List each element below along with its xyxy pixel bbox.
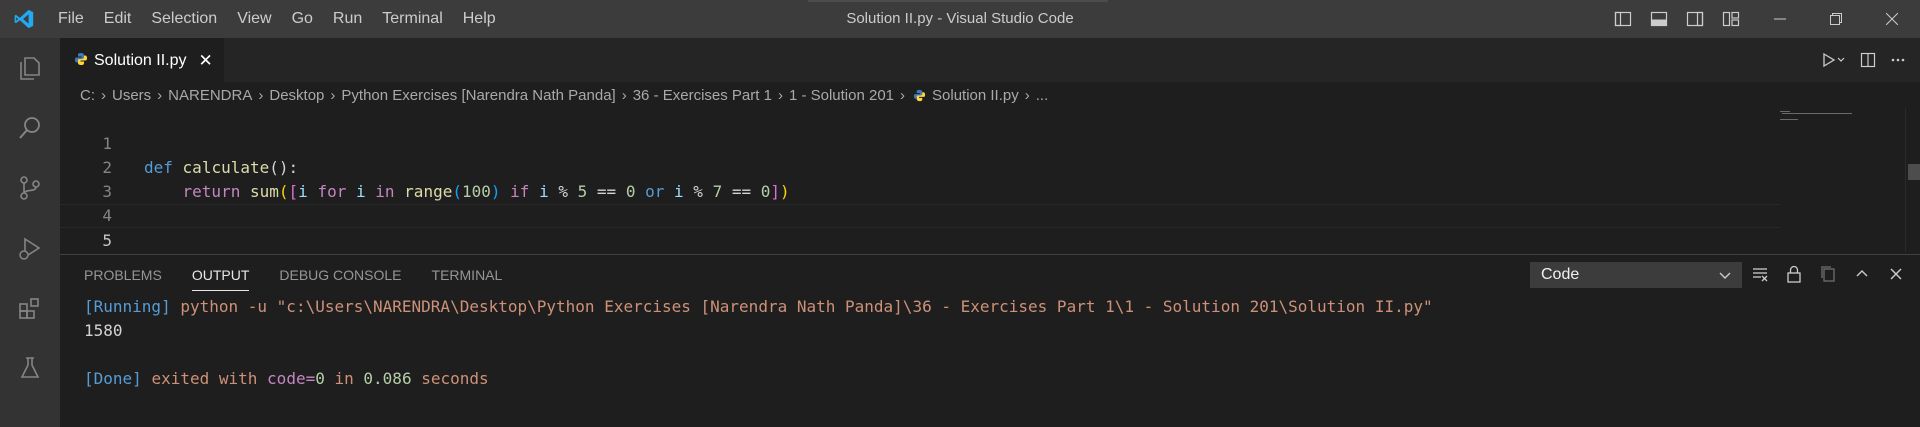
menu-bar: File Edit Selection View Go Run Terminal… bbox=[48, 0, 506, 38]
copy-icon[interactable] bbox=[1818, 264, 1838, 284]
output-log[interactable]: [Running] python -u "c:\Users\NARENDRA\D… bbox=[84, 295, 1900, 391]
python-file-icon bbox=[913, 89, 926, 102]
title-accent bbox=[808, 0, 1108, 2]
output-line: [Running] python -u "c:\Users\NARENDRA\D… bbox=[84, 295, 1900, 319]
toggle-sidebar-icon[interactable] bbox=[1610, 6, 1636, 32]
run-debug-icon[interactable] bbox=[0, 218, 60, 278]
search-icon[interactable] bbox=[0, 98, 60, 158]
output-channel-value: Code bbox=[1541, 266, 1580, 283]
tab-debug-console[interactable]: DEBUG CONSOLE bbox=[279, 255, 401, 291]
output-result: 1580 bbox=[84, 321, 123, 340]
menu-selection[interactable]: Selection bbox=[141, 0, 227, 38]
toggle-secondary-sidebar-icon[interactable] bbox=[1682, 6, 1708, 32]
breadcrumb-desktop[interactable]: Desktop bbox=[269, 87, 324, 104]
chevron-right-icon: › bbox=[777, 86, 783, 104]
customize-layout-icon[interactable] bbox=[1718, 6, 1744, 32]
menu-run[interactable]: Run bbox=[323, 0, 372, 38]
chevron-down-icon bbox=[1717, 267, 1733, 288]
vscode-logo-icon bbox=[0, 0, 48, 38]
chevron-right-icon: › bbox=[330, 86, 336, 104]
source-control-icon[interactable] bbox=[0, 158, 60, 218]
output-line: [Done] exited with code=0 in 0.086 secon… bbox=[84, 367, 1900, 391]
breadcrumb-solution-folder[interactable]: 1 - Solution 201 bbox=[789, 87, 894, 104]
tab-solution-ii[interactable]: Solution II.py ✕ bbox=[60, 38, 224, 82]
restore-icon[interactable] bbox=[1808, 0, 1864, 38]
run-command: python -u "c:\Users\NARENDRA\Desktop\Pyt… bbox=[180, 297, 1433, 316]
current-code-line: 5 print(calculate()) bbox=[60, 204, 1780, 276]
code-line: 3 bbox=[60, 156, 1780, 201]
menu-file[interactable]: File bbox=[48, 0, 94, 38]
breadcrumb-exercises-part[interactable]: 36 - Exercises Part 1 bbox=[633, 87, 772, 104]
done-tag: [Done] bbox=[84, 369, 142, 388]
chevron-right-icon: › bbox=[101, 86, 106, 104]
panel-tabs: PROBLEMS OUTPUT DEBUG CONSOLE TERMINAL bbox=[84, 255, 502, 291]
editor-tabs: Solution II.py ✕ bbox=[60, 38, 1920, 82]
menu-go[interactable]: Go bbox=[282, 0, 323, 38]
menu-help[interactable]: Help bbox=[453, 0, 506, 38]
menu-view[interactable]: View bbox=[227, 0, 281, 38]
chevron-right-icon: › bbox=[258, 86, 264, 104]
breadcrumb-file[interactable]: Solution II.py bbox=[932, 87, 1019, 104]
python-file-icon bbox=[74, 52, 88, 69]
output-channel-select[interactable]: Code bbox=[1530, 262, 1742, 288]
activity-bar bbox=[0, 38, 60, 427]
chevron-right-icon: › bbox=[1024, 86, 1030, 104]
run-icon[interactable] bbox=[1822, 52, 1846, 68]
exit-code-value: 0 bbox=[315, 369, 325, 388]
close-icon[interactable] bbox=[1886, 264, 1906, 284]
code-line: 4 bbox=[60, 180, 1780, 225]
tab-terminal[interactable]: TERMINAL bbox=[432, 255, 503, 291]
in-text: in bbox=[334, 369, 354, 388]
minimap[interactable] bbox=[1780, 108, 1860, 128]
tab-label: Solution II.py bbox=[94, 51, 187, 69]
chevron-right-icon: › bbox=[157, 86, 163, 104]
editor-actions bbox=[1822, 38, 1906, 82]
layout-controls bbox=[1610, 0, 1744, 38]
breadcrumb-drive[interactable]: C: bbox=[80, 87, 95, 104]
duration-value: 0.086 bbox=[363, 369, 412, 388]
seconds-text: seconds bbox=[421, 369, 489, 388]
scrollbar-marker bbox=[1908, 164, 1920, 180]
testing-icon[interactable] bbox=[0, 338, 60, 398]
explorer-icon[interactable] bbox=[0, 38, 60, 98]
clear-output-icon[interactable] bbox=[1750, 264, 1770, 284]
running-tag: [Running] bbox=[84, 297, 171, 316]
breadcrumb-python-exercises[interactable]: Python Exercises [Narendra Nath Panda] bbox=[341, 87, 615, 104]
output-blank bbox=[84, 343, 1900, 367]
window-controls bbox=[1752, 0, 1920, 38]
exit-text: exited with bbox=[151, 369, 258, 388]
breadcrumb-user[interactable]: NARENDRA bbox=[168, 87, 252, 104]
menu-terminal[interactable]: Terminal bbox=[372, 0, 452, 38]
chevron-right-icon: › bbox=[621, 86, 627, 104]
bottom-panel: PROBLEMS OUTPUT DEBUG CONSOLE TERMINAL C… bbox=[60, 254, 1920, 427]
tab-output[interactable]: OUTPUT bbox=[191, 255, 250, 291]
tab-problems[interactable]: PROBLEMS bbox=[84, 255, 162, 291]
split-editor-icon[interactable] bbox=[1860, 52, 1876, 68]
breadcrumb: C: › Users › NARENDRA › Desktop › Python Exe… bbox=[60, 82, 1920, 108]
minimize-icon[interactable] bbox=[1752, 0, 1808, 38]
line-number: 5 bbox=[102, 231, 112, 250]
breadcrumb-users[interactable]: Users bbox=[112, 87, 151, 104]
chevron-right-icon: › bbox=[900, 86, 906, 104]
panel-actions bbox=[1750, 259, 1906, 289]
code-line: 2 return sum([i for i in range(100) if i… bbox=[60, 132, 1780, 201]
code-editor[interactable]: 1 def calculate(): 2 return sum([i for i… bbox=[60, 108, 1920, 276]
menu-edit[interactable]: Edit bbox=[94, 0, 142, 38]
extensions-icon[interactable] bbox=[0, 278, 60, 338]
title-bar: File Edit Selection View Go Run Terminal… bbox=[0, 0, 1920, 38]
toggle-panel-icon[interactable] bbox=[1646, 6, 1672, 32]
chevron-up-icon[interactable] bbox=[1852, 264, 1872, 284]
code-line: 1 def calculate(): bbox=[60, 108, 1780, 177]
lock-icon[interactable] bbox=[1784, 264, 1804, 284]
exit-code-key: code= bbox=[267, 369, 316, 388]
more-icon[interactable] bbox=[1890, 52, 1906, 68]
breadcrumb-symbols[interactable]: ... bbox=[1036, 87, 1049, 104]
editor-scrollbar[interactable] bbox=[1905, 108, 1920, 252]
close-tab-icon[interactable]: ✕ bbox=[199, 51, 213, 71]
close-window-icon[interactable] bbox=[1864, 0, 1920, 38]
